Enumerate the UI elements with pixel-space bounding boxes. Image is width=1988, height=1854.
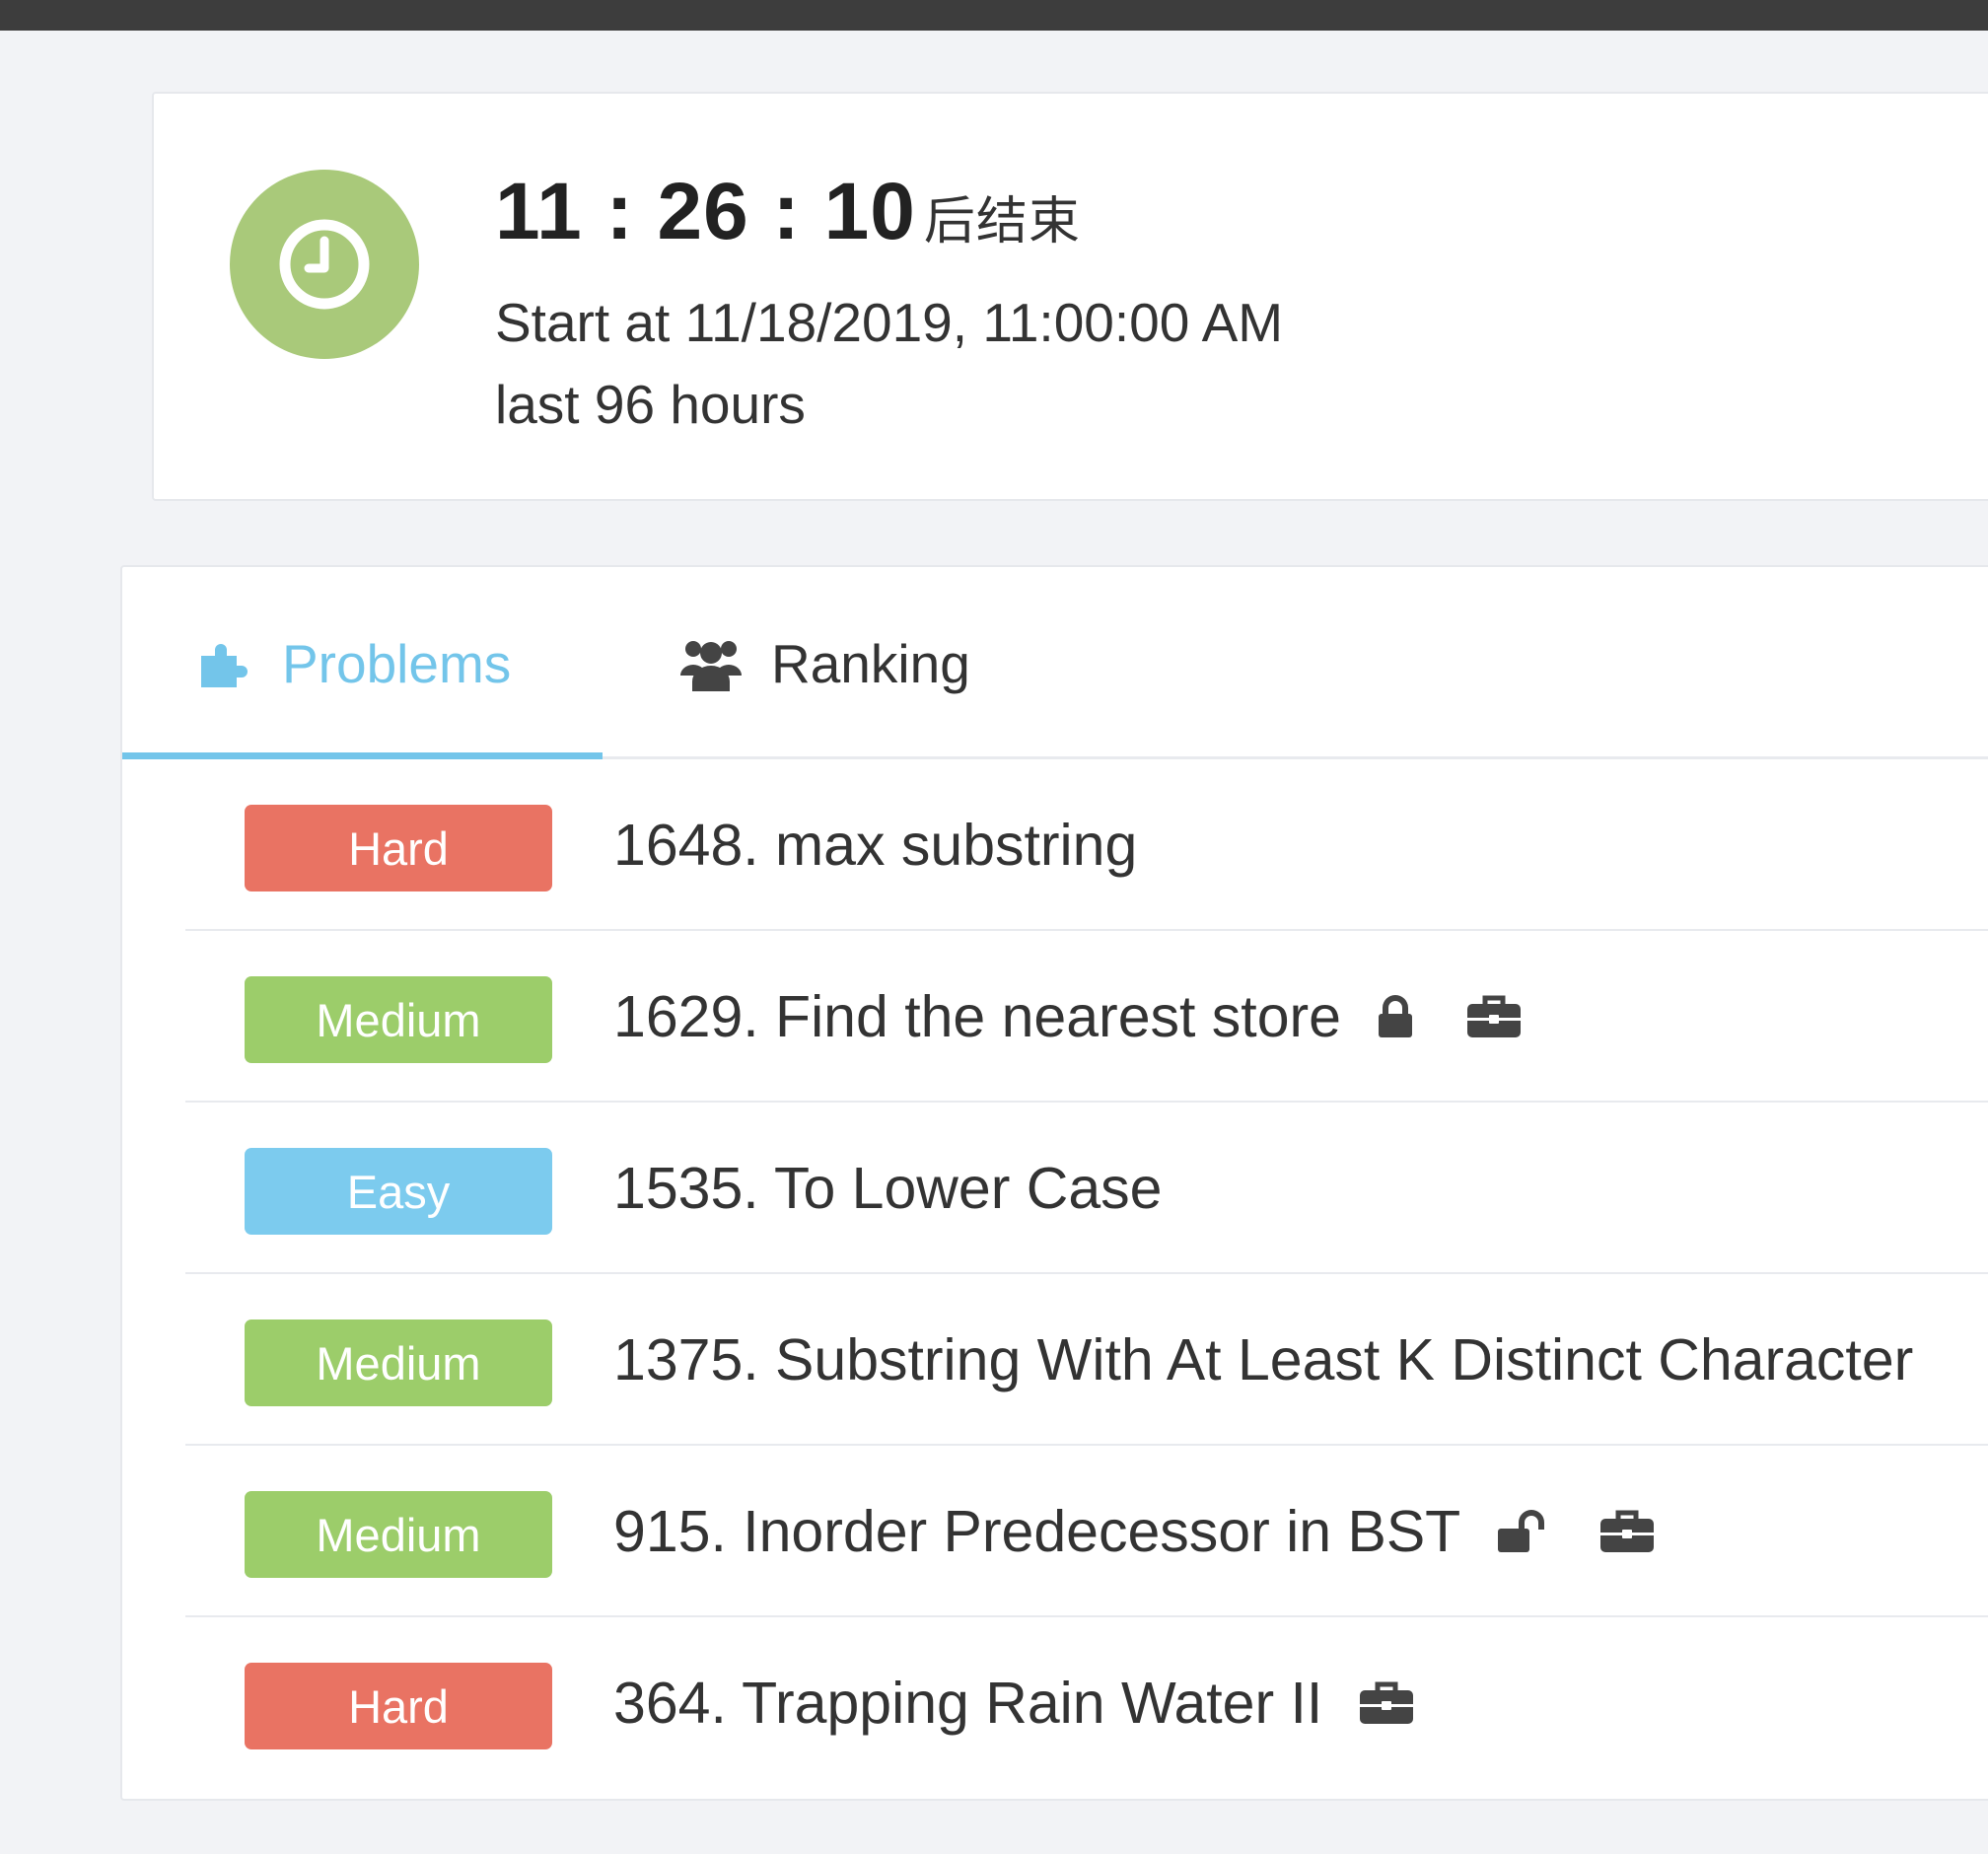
problem-row[interactable]: Hard 1648. max substring	[185, 759, 1988, 931]
difficulty-badge: Hard	[245, 805, 552, 891]
tab-bar: Problems Ranking	[122, 567, 1988, 759]
clock-badge	[230, 170, 419, 359]
problem-title-text: 1648. max substring	[613, 813, 1138, 878]
problem-row[interactable]: Medium 915. Inorder Predecessor in BST	[185, 1446, 1988, 1617]
countdown-suffix: 后结束	[923, 193, 1081, 250]
briefcase-icon	[1358, 1680, 1415, 1726]
lock-icon	[1377, 995, 1414, 1038]
tab-ranking[interactable]: Ranking	[680, 567, 970, 759]
contest-content-card: Problems Ranking Hard 1648. max substring…	[120, 565, 1988, 1801]
problem-title-text: 1375. Substring With At Least K Distinct…	[613, 1327, 1914, 1392]
countdown-timer: 11 : 26 : 10 后结束	[495, 166, 1081, 258]
problem-row[interactable]: Medium 1629. Find the nearest store	[185, 931, 1988, 1103]
problem-row[interactable]: Hard 364. Trapping Rain Water II	[185, 1617, 1988, 1789]
problem-title-text: 364. Trapping Rain Water II	[613, 1671, 1323, 1736]
problem-row[interactable]: Easy 1535. To Lower Case	[185, 1103, 1988, 1274]
difficulty-badge: Medium	[245, 1319, 552, 1406]
problem-title-link[interactable]: 1648. max substring	[613, 759, 1137, 931]
tab-problems-label: Problems	[282, 632, 512, 694]
contest-duration: last 96 hours	[495, 374, 806, 435]
problem-title-link[interactable]: 1629. Find the nearest store	[613, 931, 1574, 1103]
problem-tag-icons	[1496, 1509, 1707, 1554]
contest-start-time: Start at 11/18/2019, 11:00:00 AM	[495, 292, 1284, 353]
problem-tag-icons	[1377, 994, 1574, 1039]
problem-title-text: 1629. Find the nearest store	[613, 984, 1341, 1049]
problem-title-link[interactable]: 1375. Substring With At Least K Distinct…	[613, 1274, 1913, 1446]
problem-title-text: 1535. To Lower Case	[613, 1156, 1163, 1221]
active-tab-indicator	[122, 752, 603, 759]
difficulty-badge: Medium	[245, 1491, 552, 1578]
problem-title-text: 915. Inorder Predecessor in BST	[613, 1499, 1461, 1564]
problem-row[interactable]: Medium 1375. Substring With At Least K Di…	[185, 1274, 1988, 1446]
puzzle-icon	[197, 638, 252, 689]
briefcase-icon	[1465, 994, 1523, 1039]
countdown-value: 11 : 26 : 10	[495, 167, 916, 256]
briefcase-icon	[1598, 1509, 1656, 1554]
difficulty-badge: Medium	[245, 976, 552, 1063]
users-icon	[680, 636, 742, 691]
contest-timer-card: 11 : 26 : 10 后结束 Start at 11/18/2019, 11:…	[152, 92, 1988, 501]
tab-ranking-label: Ranking	[771, 632, 970, 694]
clock-icon	[279, 219, 370, 310]
difficulty-badge: Hard	[245, 1663, 552, 1749]
problem-title-link[interactable]: 364. Trapping Rain Water II	[613, 1617, 1466, 1789]
difficulty-badge: Easy	[245, 1148, 552, 1235]
problem-tag-icons	[1358, 1680, 1466, 1726]
window-top-bar	[0, 0, 1988, 31]
problem-title-link[interactable]: 915. Inorder Predecessor in BST	[613, 1446, 1707, 1617]
problem-title-link[interactable]: 1535. To Lower Case	[613, 1103, 1163, 1274]
problem-list: Hard 1648. max substring Medium 1629. Find …	[185, 759, 1988, 1789]
unlock-icon	[1496, 1510, 1547, 1553]
tab-problems[interactable]: Problems	[197, 567, 511, 759]
